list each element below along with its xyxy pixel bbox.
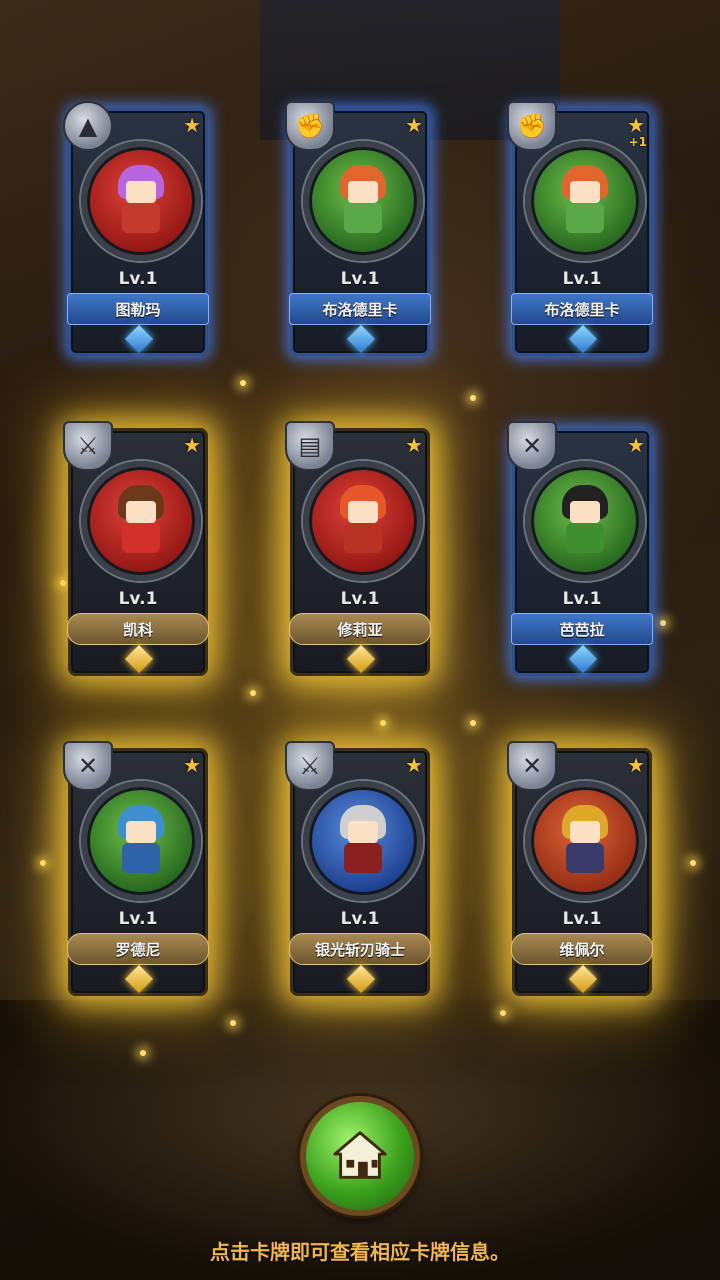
hero-portrait (303, 461, 423, 581)
hero-portrait (303, 141, 423, 261)
card-name: 布洛德里卡 (289, 293, 431, 325)
hero-card[interactable]: ✕ ★ Lv.1 罗德尼 (63, 741, 209, 996)
gem-icon (346, 644, 376, 674)
fist-icon: ✊ (507, 101, 557, 151)
hero-card[interactable]: ✊ ★ +1 Lv.1 布洛德里卡 (507, 101, 653, 356)
hero-portrait (81, 781, 201, 901)
hero-sprite (110, 805, 172, 877)
hero-card[interactable]: ⚔ ★ Lv.1 凯科 (63, 421, 209, 676)
star-icon: ★ (183, 113, 201, 137)
hero-card[interactable]: ▤ ★ Lv.1 修莉亚 (285, 421, 431, 676)
hero-portrait (525, 781, 645, 901)
crossed-swords-icon: ✕ (507, 741, 557, 791)
star-icon: ★ (405, 433, 423, 457)
card-name: 维佩尔 (511, 933, 653, 965)
gem-icon (124, 964, 154, 994)
card-name: 银光斩刃骑士 (289, 933, 431, 965)
gem-icon (124, 644, 154, 674)
card-level: Lv.1 (118, 909, 158, 929)
star-icon: ★ (183, 433, 201, 457)
hero-portrait (303, 781, 423, 901)
card-name: 芭芭拉 (511, 613, 653, 645)
gem-icon (346, 964, 376, 994)
hero-card[interactable]: ▲ ★ Lv.1 图勒玛 (63, 101, 209, 356)
hero-portrait (525, 141, 645, 261)
card-level: Lv.1 (562, 589, 602, 609)
hero-sprite (554, 165, 616, 237)
hero-sprite (554, 485, 616, 557)
gem-icon (568, 644, 598, 674)
crossed-swords-icon: ✕ (507, 421, 557, 471)
card-grid: ▲ ★ Lv.1 图勒玛 ✊ ★ Lv.1 布洛德里卡 ✊ ★ +1 Lv.1 … (0, 0, 720, 1042)
star-icon: ★ (405, 753, 423, 777)
card-name: 修莉亚 (289, 613, 431, 645)
card-level: Lv.1 (340, 909, 380, 929)
card-level: Lv.1 (340, 269, 380, 289)
hero-card[interactable]: ⚔ ★ Lv.1 银光斩刃骑士 (285, 741, 431, 996)
star-icon: ★ (183, 753, 201, 777)
gem-icon (568, 964, 598, 994)
hero-card[interactable]: ✕ ★ Lv.1 维佩尔 (507, 741, 653, 996)
book-icon: ▤ (285, 421, 335, 471)
axe-icon: ⚔ (63, 421, 113, 471)
card-name: 罗德尼 (67, 933, 209, 965)
gem-icon (124, 324, 154, 354)
plus-badge: +1 (628, 135, 647, 149)
card-reveal-screen: ▲ ★ Lv.1 图勒玛 ✊ ★ Lv.1 布洛德里卡 ✊ ★ +1 Lv.1 … (0, 0, 720, 1280)
card-level: Lv.1 (562, 269, 602, 289)
card-name: 凯科 (67, 613, 209, 645)
home-button[interactable] (300, 1096, 420, 1216)
hero-sprite (554, 805, 616, 877)
star-icon: ★ (627, 753, 645, 777)
star-icon: ★ (627, 113, 645, 137)
hero-sprite (332, 165, 394, 237)
star-icon: ★ (627, 433, 645, 457)
hint-text: 点击卡牌即可查看相应卡牌信息。 (210, 1240, 510, 1264)
hero-portrait (525, 461, 645, 581)
gem-icon (346, 324, 376, 354)
hero-sprite (332, 805, 394, 877)
hero-sprite (332, 485, 394, 557)
home-icon (333, 1131, 387, 1179)
hero-sprite (110, 485, 172, 557)
fist-icon: ✊ (285, 101, 335, 151)
axe-icon: ⚔ (285, 741, 335, 791)
card-level: Lv.1 (562, 909, 602, 929)
sparkle-effect (140, 1050, 146, 1056)
card-level: Lv.1 (118, 589, 158, 609)
hero-card[interactable]: ✊ ★ Lv.1 布洛德里卡 (285, 101, 431, 356)
card-level: Lv.1 (118, 269, 158, 289)
card-name: 图勒玛 (67, 293, 209, 325)
card-level: Lv.1 (340, 589, 380, 609)
hero-portrait (81, 141, 201, 261)
crossed-swords-icon: ✕ (63, 741, 113, 791)
gem-icon (568, 324, 598, 354)
hero-sprite (110, 165, 172, 237)
witch-hat-icon: ▲ (63, 101, 113, 151)
star-icon: ★ (405, 113, 423, 137)
card-name: 布洛德里卡 (511, 293, 653, 325)
hero-card[interactable]: ✕ ★ Lv.1 芭芭拉 (507, 421, 653, 676)
hero-portrait (81, 461, 201, 581)
